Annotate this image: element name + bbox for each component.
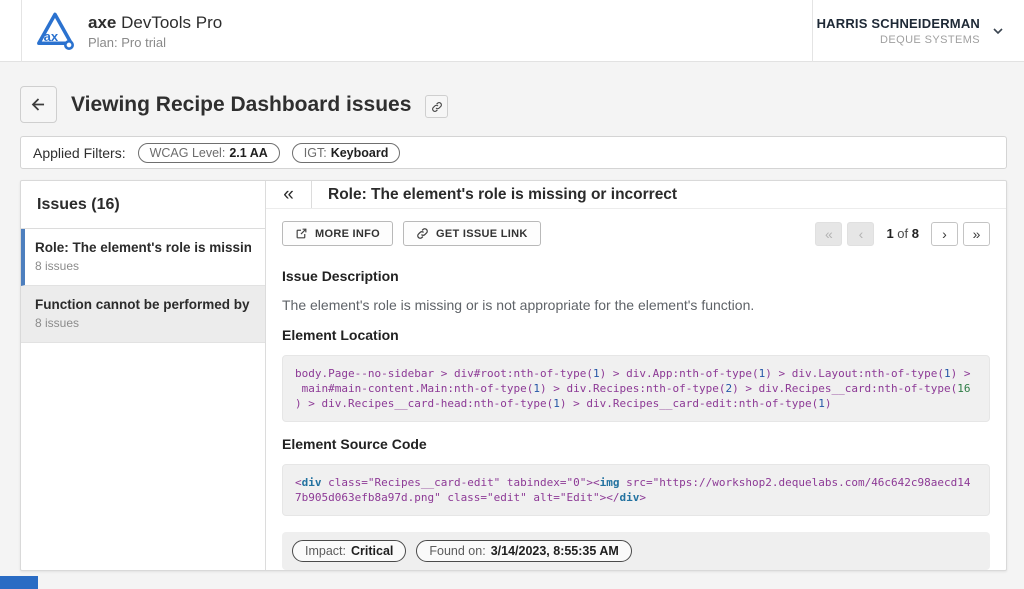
collapse-panel-button[interactable]: « — [266, 181, 312, 208]
issue-item-title: Role: The element's role is missing ... — [35, 240, 251, 255]
issue-list-item-function[interactable]: Function cannot be performed by k... 8 i… — [21, 286, 265, 343]
get-issue-link-label: GET ISSUE LINK — [436, 228, 528, 240]
filter-name: IGT: — [304, 146, 327, 160]
issue-detail-header: « Role: The element's role is missing or… — [266, 181, 1006, 209]
issues-panel-title: Issues (16) — [21, 181, 265, 229]
next-page-button[interactable]: › — [931, 222, 958, 246]
page-peek-element — [0, 576, 38, 589]
user-name: HARRIS SCHNEIDERMAN — [817, 16, 980, 31]
filter-value: 2.1 AA — [229, 146, 267, 160]
axe-logo-icon: ax — [34, 10, 76, 52]
issue-toolbar: MORE INFO GET ISSUE LINK « ‹ 1 of 8 › » — [282, 221, 990, 246]
filter-value: Keyboard — [331, 146, 389, 160]
pagination-total: 8 — [912, 226, 919, 241]
issues-list-panel: Issues (16) Role: The element's role is … — [21, 181, 266, 570]
issue-detail-title: Role: The element's role is missing or i… — [312, 186, 677, 204]
back-button[interactable] — [20, 86, 57, 123]
user-org: DEQUE SYSTEMS — [817, 34, 980, 46]
filter-pill-wcag: WCAG Level: 2.1 AA — [138, 143, 280, 163]
issue-detail-body: Issue Description The element's role is … — [266, 250, 1006, 516]
app-title: axe DevTools Pro — [88, 13, 222, 33]
page-header: Viewing Recipe Dashboard issues — [20, 86, 448, 123]
applied-filters-label: Applied Filters: — [33, 145, 126, 161]
found-on-badge: Found on: 3/14/2023, 8:55:35 AM — [416, 540, 631, 562]
get-issue-link-button[interactable]: GET ISSUE LINK — [403, 221, 541, 246]
pagination-current: 1 — [886, 226, 893, 241]
header-user-divider — [812, 0, 813, 62]
issue-meta-strip: Impact: Critical Found on: 3/14/2023, 8:… — [282, 532, 990, 570]
first-page-button: « — [815, 222, 842, 246]
link-icon — [431, 101, 443, 113]
main-content-card: Issues (16) Role: The element's role is … — [20, 180, 1007, 571]
previous-page-button: ‹ — [847, 222, 874, 246]
app-title-bold: axe — [88, 13, 116, 32]
app-header: ax axe DevTools Pro Plan: Pro trial HARR… — [0, 0, 1024, 62]
impact-value: Critical — [351, 544, 393, 558]
app-title-rest: DevTools Pro — [116, 13, 222, 32]
element-location-code: body.Page--no-sidebar > div#root:nth-of-… — [282, 355, 990, 422]
chevron-down-icon — [990, 23, 1006, 39]
element-location-heading: Element Location — [282, 327, 990, 343]
applied-filters-bar: Applied Filters: WCAG Level: 2.1 AA IGT:… — [20, 136, 1007, 169]
issue-list-item-role[interactable]: Role: The element's role is missing ... … — [21, 229, 265, 286]
svg-text:ax: ax — [44, 29, 59, 44]
element-source-heading: Element Source Code — [282, 436, 990, 452]
pagination-separator: of — [897, 226, 908, 241]
impact-badge: Impact: Critical — [292, 540, 406, 562]
issue-item-title: Function cannot be performed by k... — [35, 297, 251, 312]
brand: ax axe DevTools Pro Plan: Pro trial — [34, 10, 222, 52]
filter-name: WCAG Level: — [150, 146, 226, 160]
page-title: Viewing Recipe Dashboard issues — [71, 93, 411, 117]
external-link-icon — [295, 227, 308, 240]
issue-description-text: The element's role is missing or is not … — [282, 297, 990, 313]
pagination-status: 1 of 8 — [886, 226, 919, 241]
header-left-divider — [21, 0, 22, 62]
found-on-value: 3/14/2023, 8:55:35 AM — [491, 544, 619, 558]
link-icon — [416, 227, 429, 240]
issue-detail-panel: « Role: The element's role is missing or… — [266, 181, 1006, 570]
last-page-button[interactable]: » — [963, 222, 990, 246]
copy-page-link-button[interactable] — [425, 95, 448, 118]
issue-pagination: « ‹ 1 of 8 › » — [815, 222, 990, 246]
issue-description-heading: Issue Description — [282, 268, 990, 284]
found-on-label: Found on: — [429, 544, 485, 558]
issue-item-count: 8 issues — [35, 316, 251, 330]
user-menu[interactable]: HARRIS SCHNEIDERMAN DEQUE SYSTEMS — [817, 0, 1006, 62]
issue-item-count: 8 issues — [35, 259, 251, 273]
back-arrow-icon — [29, 95, 48, 114]
element-source-code: <div class="Recipes__card-edit" tabindex… — [282, 464, 990, 516]
impact-label: Impact: — [305, 544, 346, 558]
plan-label: Plan: Pro trial — [88, 35, 222, 50]
filter-pill-igt: IGT: Keyboard — [292, 143, 401, 163]
more-info-label: MORE INFO — [315, 228, 380, 240]
more-info-button[interactable]: MORE INFO — [282, 221, 393, 246]
